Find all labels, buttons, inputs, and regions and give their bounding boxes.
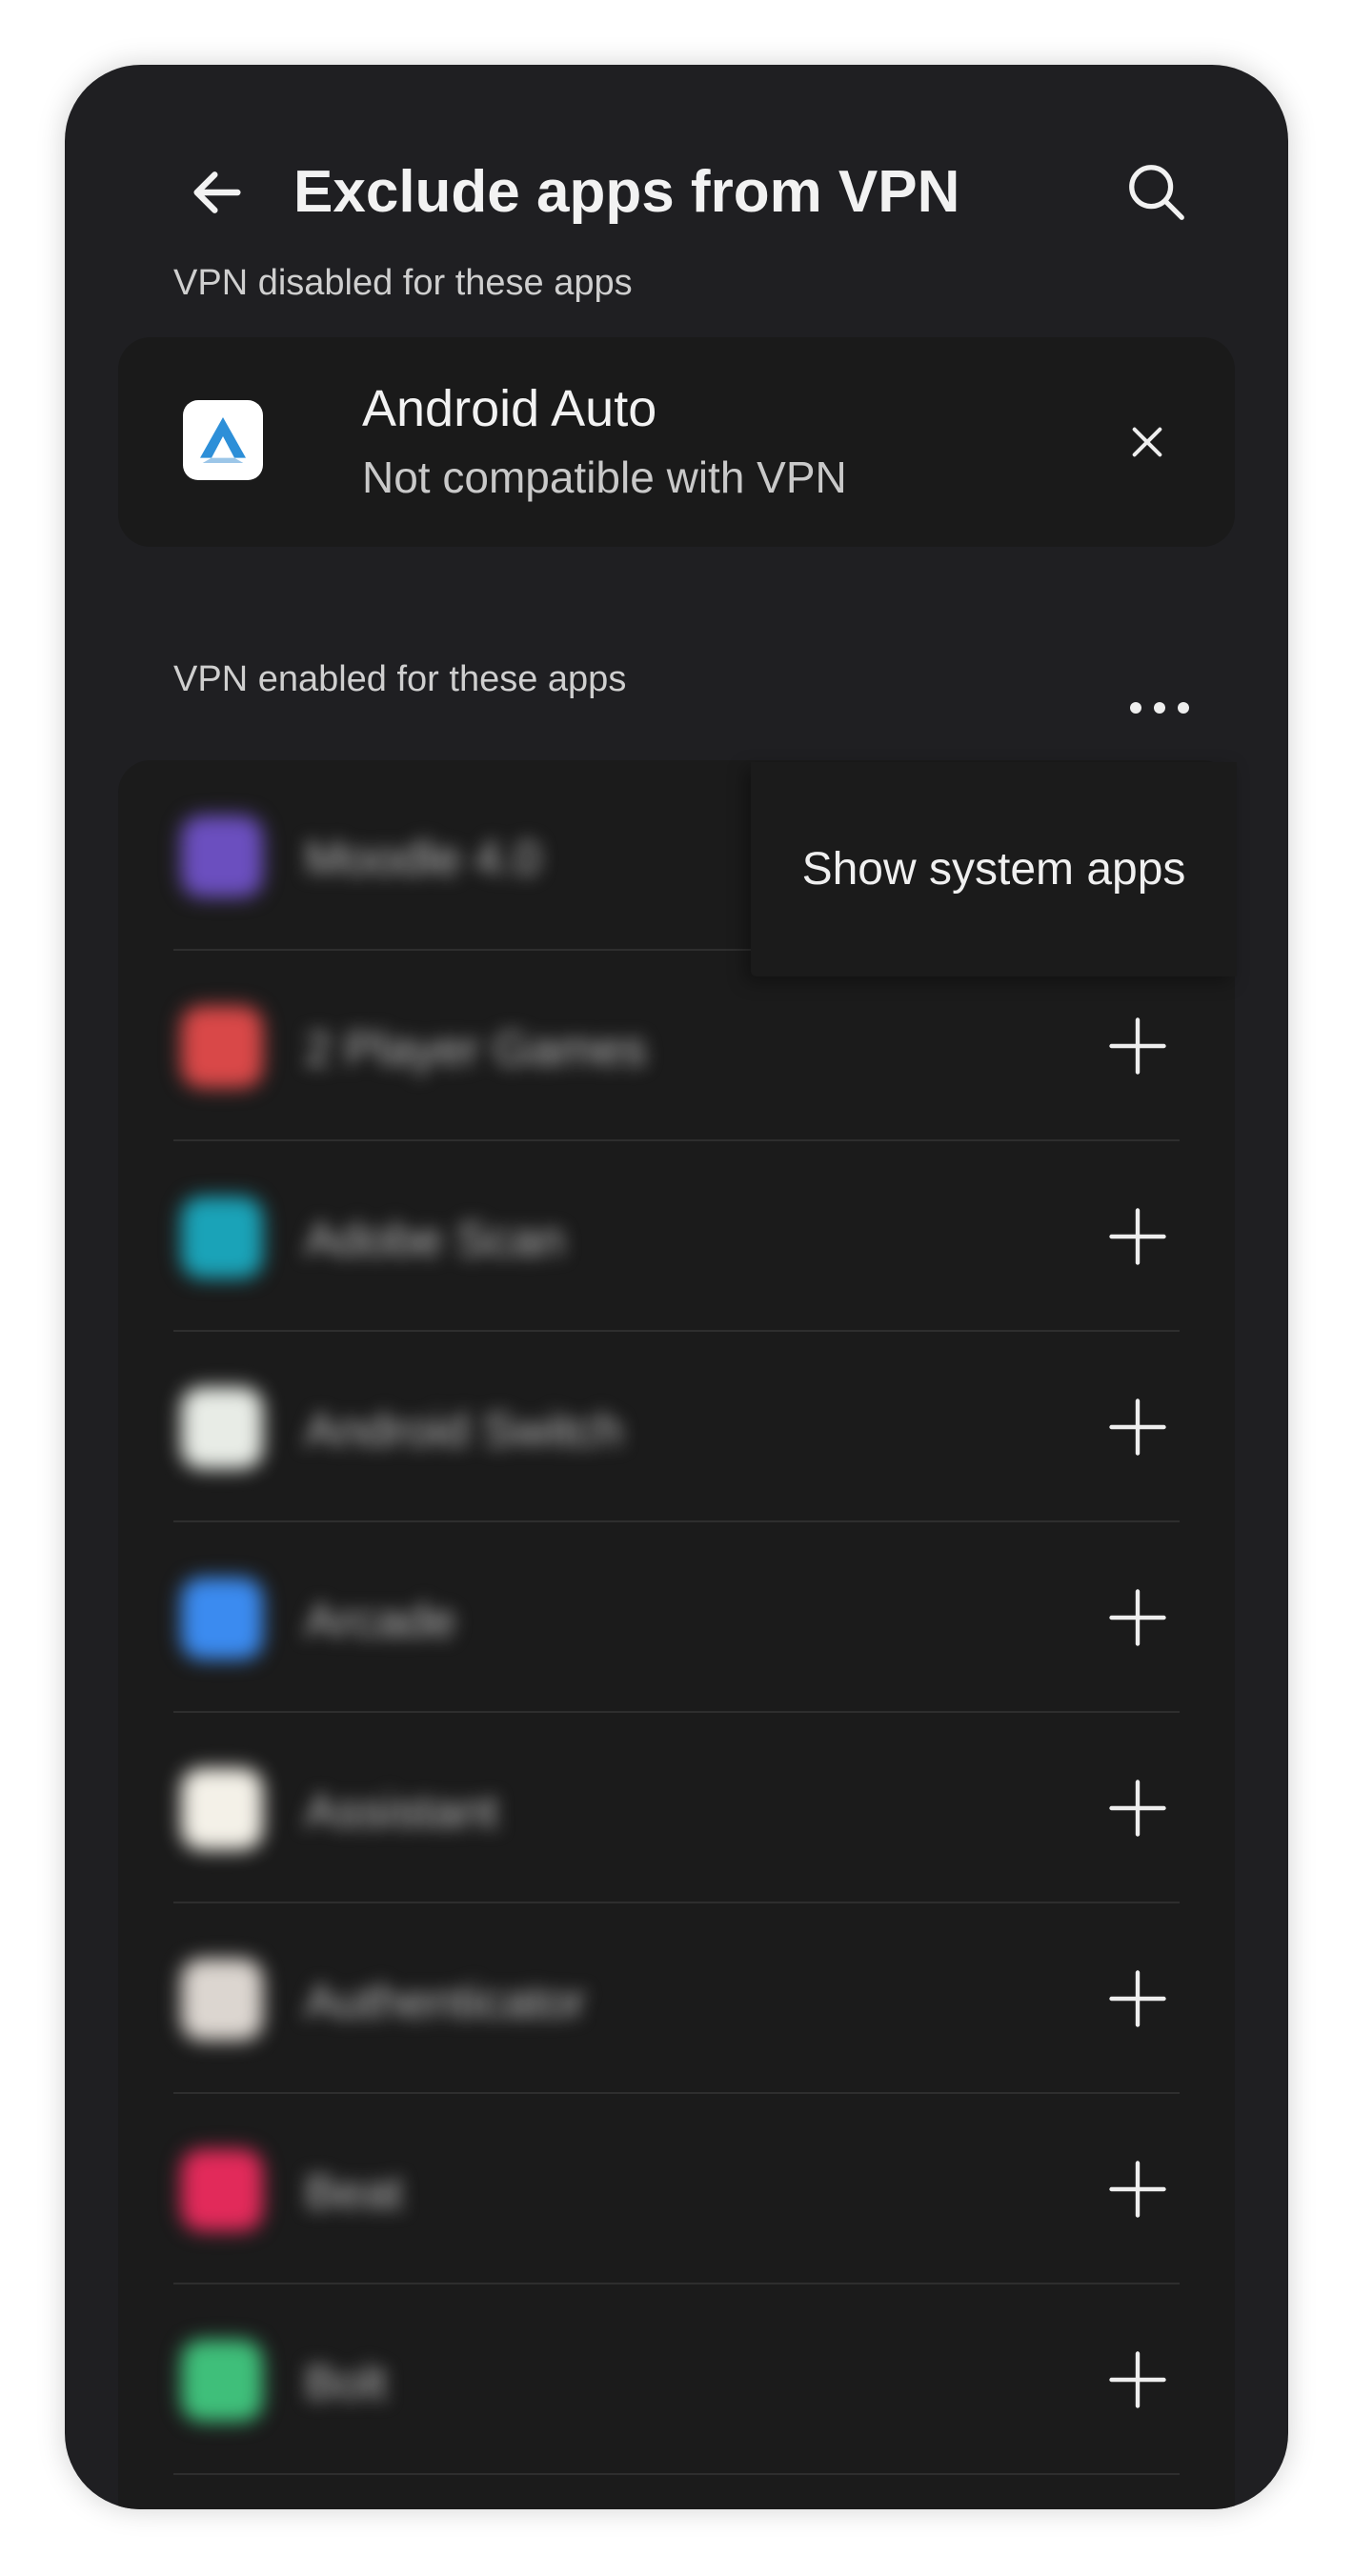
app-icon bbox=[181, 1387, 263, 1469]
plus-icon bbox=[1109, 2161, 1166, 2218]
app-list-item[interactable]: Arcade bbox=[118, 1522, 1235, 1713]
app-name: Android Switch bbox=[305, 1403, 623, 1457]
app-list-item[interactable]: Adobe Scan bbox=[118, 1141, 1235, 1332]
app-name: Android Auto bbox=[362, 380, 657, 437]
add-exclusion-button[interactable] bbox=[1100, 1389, 1176, 1465]
overflow-menu: Show system apps bbox=[751, 762, 1237, 976]
app-icon bbox=[181, 815, 263, 897]
app-list-item[interactable]: Bolt bbox=[118, 2284, 1235, 2475]
disabled-section-label: VPN disabled for these apps bbox=[173, 263, 633, 303]
app-icon bbox=[181, 1959, 263, 2041]
page-title: Exclude apps from VPN bbox=[293, 159, 960, 225]
app-name: Assistant bbox=[305, 1784, 498, 1838]
add-exclusion-button[interactable] bbox=[1100, 2151, 1176, 2227]
plus-icon bbox=[1109, 1780, 1166, 1837]
phone-screen: Exclude apps from VPN VPN disabled for t… bbox=[65, 65, 1288, 2509]
search-button[interactable] bbox=[1109, 145, 1204, 240]
app-icon bbox=[181, 1768, 263, 1850]
app-list-item[interactable]: Android Switch bbox=[118, 1332, 1235, 1522]
plus-icon bbox=[1109, 1970, 1166, 2027]
menu-item-show-system-apps[interactable]: Show system apps bbox=[751, 762, 1237, 976]
arrow-left-icon bbox=[193, 171, 241, 213]
close-icon bbox=[1132, 427, 1162, 457]
add-exclusion-button[interactable] bbox=[1100, 2342, 1176, 2418]
app-name: Adobe Scan bbox=[305, 1213, 565, 1266]
add-exclusion-button[interactable] bbox=[1100, 1580, 1176, 1656]
more-horizontal-icon bbox=[1130, 702, 1189, 714]
app-icon bbox=[181, 1578, 263, 1660]
remove-button[interactable] bbox=[1109, 404, 1185, 480]
android-auto-icon bbox=[183, 400, 263, 480]
app-name: Beat bbox=[305, 2165, 403, 2219]
app-icon bbox=[181, 1197, 263, 1278]
plus-icon bbox=[1109, 1399, 1166, 1456]
app-icon bbox=[181, 1006, 263, 1088]
app-icon bbox=[181, 2149, 263, 2231]
app-name: Authenticator bbox=[305, 1975, 586, 2028]
app-list-item[interactable]: Assistant bbox=[118, 1713, 1235, 1903]
row-divider bbox=[173, 2473, 1180, 2475]
app-list-item[interactable]: Authenticator bbox=[118, 1903, 1235, 2094]
disabled-app-card: Android Auto Not compatible with VPN bbox=[118, 337, 1235, 547]
enabled-app-list: Moodle 4.0 2 Player Games Adobe Scan Androi… bbox=[118, 760, 1235, 2509]
app-list-item[interactable]: Beat bbox=[118, 2094, 1235, 2284]
enabled-section-label: VPN enabled for these apps bbox=[173, 659, 627, 699]
plus-icon bbox=[1109, 2351, 1166, 2408]
plus-icon bbox=[1109, 1208, 1166, 1265]
app-bar: Exclude apps from VPN bbox=[65, 65, 1288, 293]
app-list-item[interactable]: 2 Player Games bbox=[118, 951, 1235, 1141]
app-name: Arcade bbox=[305, 1594, 456, 1647]
app-status: Not compatible with VPN bbox=[362, 453, 847, 502]
add-exclusion-button[interactable] bbox=[1100, 1961, 1176, 2037]
app-icon bbox=[181, 2340, 263, 2422]
back-button[interactable] bbox=[170, 145, 265, 240]
app-name: 2 Player Games bbox=[305, 1022, 647, 1076]
add-exclusion-button[interactable] bbox=[1100, 1770, 1176, 1846]
app-name: Moodle 4.0 bbox=[305, 832, 541, 885]
add-exclusion-button[interactable] bbox=[1100, 1008, 1176, 1084]
add-exclusion-button[interactable] bbox=[1100, 1198, 1176, 1275]
more-options-button[interactable] bbox=[1115, 674, 1204, 741]
search-icon bbox=[1129, 165, 1184, 220]
plus-icon bbox=[1109, 1589, 1166, 1646]
plus-icon bbox=[1109, 1017, 1166, 1075]
app-name: Bolt bbox=[305, 2356, 388, 2409]
